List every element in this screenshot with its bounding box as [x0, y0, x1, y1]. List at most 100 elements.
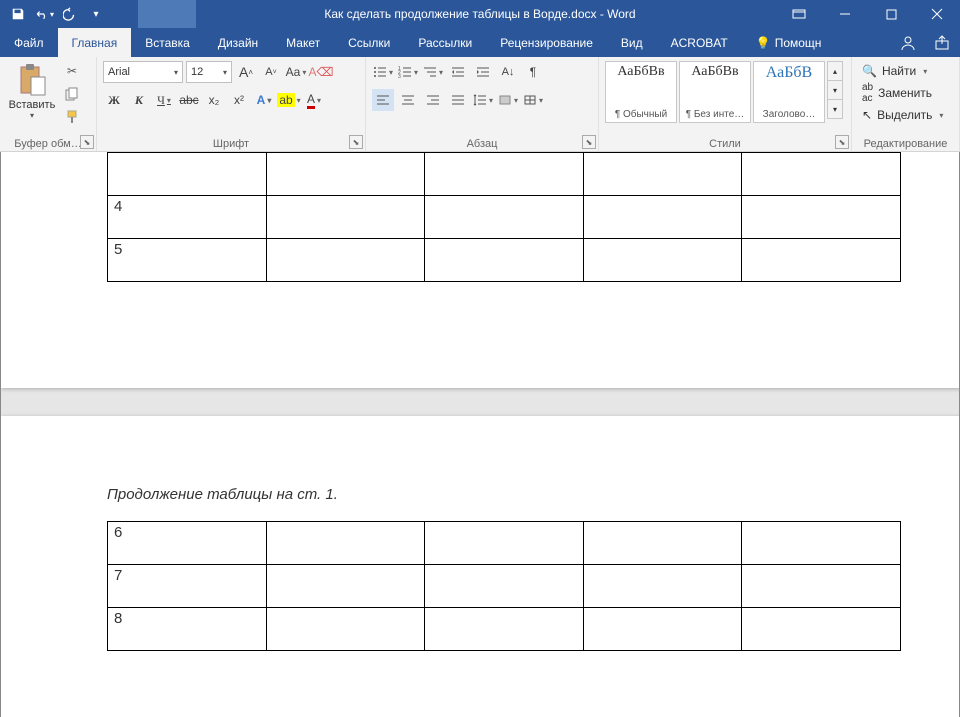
paragraph-launcher[interactable]: ⬊: [582, 135, 596, 149]
group-paragraph-label: Абзац: [366, 138, 598, 150]
underline-button[interactable]: Ч▾: [153, 89, 175, 111]
tab-review[interactable]: Рецензирование: [486, 28, 607, 57]
align-left-icon[interactable]: [372, 89, 394, 111]
table-row[interactable]: 7: [108, 564, 901, 607]
cut-icon[interactable]: ✂: [62, 61, 82, 81]
pilcrow-icon[interactable]: ¶: [522, 61, 544, 83]
tab-references[interactable]: Ссылки: [334, 28, 404, 57]
style-normal[interactable]: АаБбВв ¶ Обычный: [605, 61, 677, 123]
font-color-icon[interactable]: A▾: [303, 89, 325, 111]
copy-icon[interactable]: [62, 84, 82, 104]
styles-launcher[interactable]: ⬊: [835, 135, 849, 149]
cell[interactable]: 7: [108, 564, 267, 607]
strike-button[interactable]: abc: [178, 89, 200, 111]
table-page2[interactable]: 6 7 8: [107, 521, 901, 651]
font-launcher[interactable]: ⬊: [349, 135, 363, 149]
borders-icon[interactable]: ▾: [522, 89, 544, 111]
select-button[interactable]: ↖Выделить▾: [858, 107, 953, 123]
shrink-font-icon[interactable]: A˅: [260, 61, 282, 83]
clipboard-launcher[interactable]: ⬊: [80, 135, 94, 149]
replace-button[interactable]: abac Заменить: [858, 81, 953, 105]
multilevel-icon[interactable]: ▾: [422, 61, 444, 83]
tab-design[interactable]: Дизайн: [204, 28, 272, 57]
lightbulb-icon: 💡: [756, 36, 771, 50]
decrease-indent-icon[interactable]: [447, 61, 469, 83]
share-icon[interactable]: [930, 31, 954, 55]
window-title: Как сделать продолжение таблицы в Ворде.…: [324, 7, 635, 21]
find-button[interactable]: 🔍Найти▾: [858, 63, 953, 79]
shading-icon[interactable]: ▾: [497, 89, 519, 111]
text-effects-icon[interactable]: A▾: [253, 89, 275, 111]
table-row[interactable]: 5: [108, 239, 901, 282]
cell[interactable]: 8: [108, 607, 267, 650]
cursor-icon: ↖: [862, 108, 872, 122]
style-preview: АаБбВ: [758, 64, 820, 82]
align-center-icon[interactable]: [397, 89, 419, 111]
styles-more-icon[interactable]: ▾: [828, 100, 842, 118]
align-right-icon[interactable]: [422, 89, 444, 111]
clipboard-icon: [17, 63, 47, 97]
increase-indent-icon[interactable]: [472, 61, 494, 83]
minimize-icon[interactable]: [822, 0, 868, 28]
line-spacing-icon[interactable]: ▾: [472, 89, 494, 111]
group-editing-label: Редактирование: [852, 138, 959, 150]
subscript-button[interactable]: x₂: [203, 89, 225, 111]
font-size-combo[interactable]: 12▾: [186, 61, 232, 83]
ribbon-options-icon[interactable]: [776, 0, 822, 28]
qat-customize-icon[interactable]: ▾: [84, 2, 108, 26]
styles-up-icon[interactable]: ▴: [828, 62, 842, 81]
clear-formatting-icon[interactable]: A⌫: [310, 61, 332, 83]
tell-me[interactable]: 💡Помощн: [742, 28, 836, 57]
table-row[interactable]: [108, 153, 901, 196]
paste-label: Вставить: [9, 99, 56, 111]
table-row[interactable]: 6: [108, 521, 901, 564]
redo-icon[interactable]: [58, 2, 82, 26]
style-heading1[interactable]: АаБбВ Заголово…: [753, 61, 825, 123]
document-area[interactable]: 4 5 Продолжение таблицы на ст. 1. 6 7 8: [0, 152, 960, 717]
account-icon[interactable]: [896, 31, 920, 55]
tab-layout[interactable]: Макет: [272, 28, 334, 57]
numbering-icon[interactable]: 123▾: [397, 61, 419, 83]
tab-mailings[interactable]: Рассылки: [404, 28, 486, 57]
change-case-icon[interactable]: Aa▾: [285, 61, 307, 83]
tab-file[interactable]: Файл: [0, 28, 58, 57]
styles-down-icon[interactable]: ▾: [828, 81, 842, 100]
find-label: Найти: [882, 64, 916, 78]
cell[interactable]: 5: [108, 239, 267, 282]
sort-icon[interactable]: A↓: [497, 61, 519, 83]
style-preview: АаБбВв: [684, 64, 746, 80]
replace-icon: abac: [862, 82, 873, 104]
page-1: 4 5: [1, 152, 960, 388]
underline-label: Ч: [157, 93, 165, 108]
tab-acrobat[interactable]: ACROBAT: [657, 28, 742, 57]
style-preview: АаБбВв: [610, 64, 672, 80]
table-caption[interactable]: Продолжение таблицы на ст. 1.: [107, 486, 901, 503]
italic-button[interactable]: К: [128, 89, 150, 111]
close-icon[interactable]: [914, 0, 960, 28]
save-icon[interactable]: [6, 2, 30, 26]
account-block: [138, 0, 196, 28]
superscript-button[interactable]: x²: [228, 89, 250, 111]
justify-icon[interactable]: [447, 89, 469, 111]
table-row[interactable]: 4: [108, 196, 901, 239]
tab-home[interactable]: Главная: [58, 28, 132, 57]
table-row[interactable]: 8: [108, 607, 901, 650]
format-painter-icon[interactable]: [62, 107, 82, 127]
style-no-spacing[interactable]: АаБбВв ¶ Без инте…: [679, 61, 751, 123]
cell[interactable]: 4: [108, 196, 267, 239]
maximize-icon[interactable]: [868, 0, 914, 28]
grow-font-icon[interactable]: A˄: [235, 61, 257, 83]
tab-insert[interactable]: Вставка: [131, 28, 204, 57]
bold-button[interactable]: Ж: [103, 89, 125, 111]
font-name-combo[interactable]: Arial▾: [103, 61, 183, 83]
highlight-icon[interactable]: ab▾: [278, 89, 300, 111]
paste-button[interactable]: Вставить ▾: [6, 61, 58, 120]
tab-view[interactable]: Вид: [607, 28, 657, 57]
change-case-label: Aa: [286, 65, 301, 79]
bullets-icon[interactable]: ▾: [372, 61, 394, 83]
undo-icon[interactable]: ▾: [32, 2, 56, 26]
cell[interactable]: 6: [108, 521, 267, 564]
table-page1[interactable]: 4 5: [107, 152, 901, 282]
replace-label: Заменить: [878, 86, 932, 100]
search-icon: 🔍: [862, 64, 877, 78]
